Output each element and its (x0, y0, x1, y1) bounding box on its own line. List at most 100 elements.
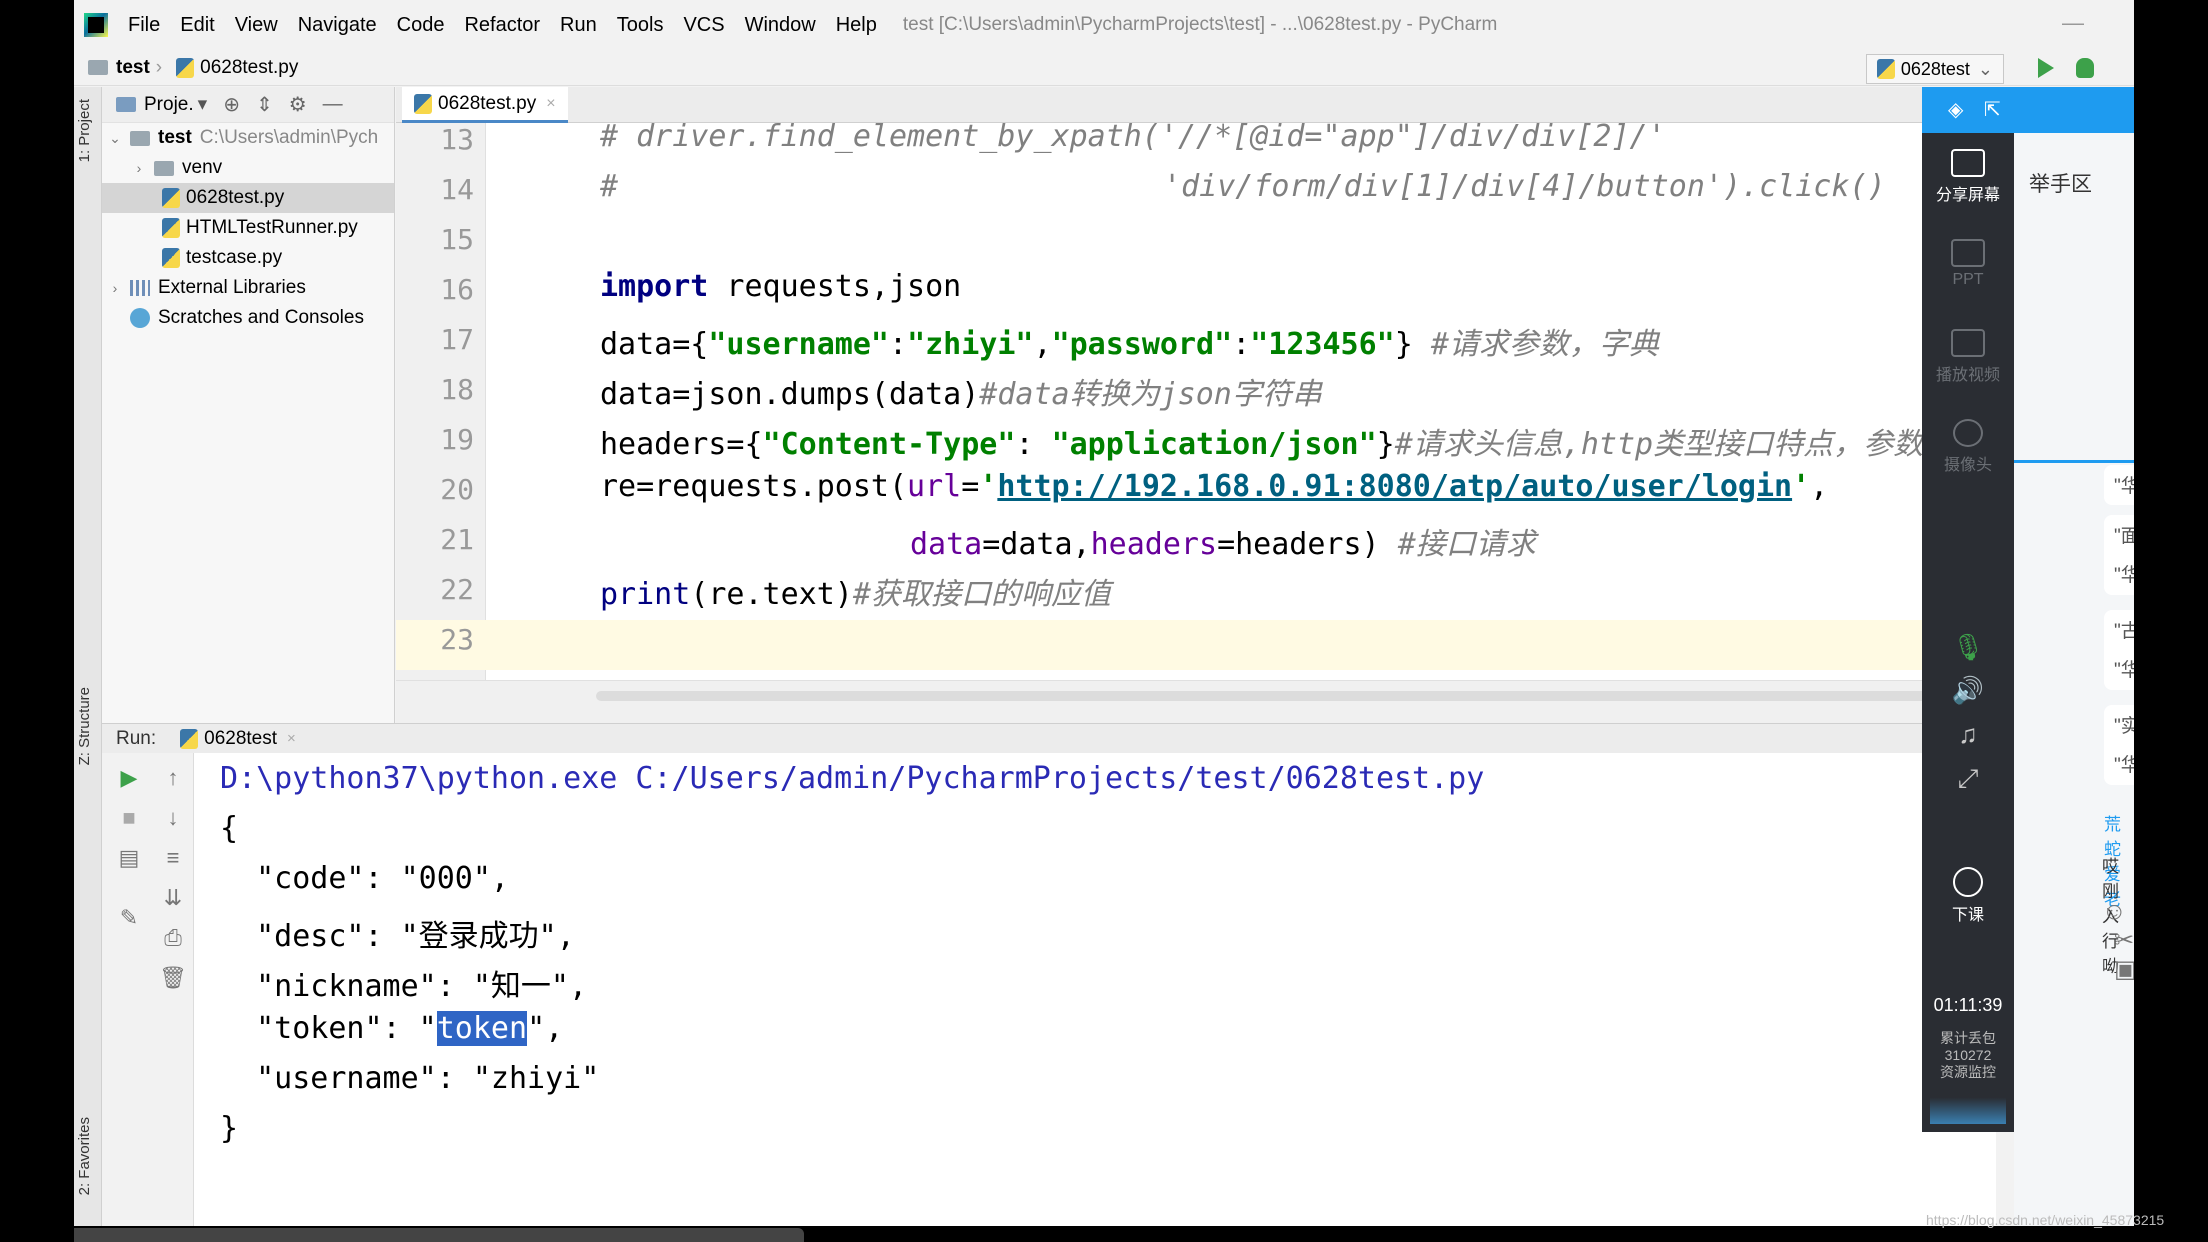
menu-edit[interactable]: Edit (180, 14, 214, 37)
close-icon[interactable]: × (546, 95, 555, 113)
tree-item-label: 0628test.py (186, 187, 285, 208)
locate-icon[interactable]: ⊕ (223, 92, 240, 117)
scrollbar-thumb[interactable] (596, 691, 1996, 701)
string: "zhiyi" (907, 327, 1034, 362)
editor-gutter: 13 14 15 16 17 18 19 20 21 22 23 (396, 123, 486, 680)
run-button[interactable] (2038, 58, 2054, 78)
menu-view[interactable]: View (235, 14, 278, 37)
scissors-icon[interactable]: ✂ (2114, 927, 2134, 954)
microphone-icon[interactable]: 🎙 (1922, 632, 2014, 663)
tree-item-venv[interactable]: › venv (102, 153, 394, 183)
speaker-icon[interactable]: 🔊 (1922, 675, 2014, 706)
python-file-icon (162, 188, 180, 208)
line-number: 14 (440, 173, 474, 206)
pin-window-icon[interactable]: ◈ (1948, 97, 1963, 122)
popout-icon[interactable]: ⇱ (1984, 97, 2001, 122)
print-icon[interactable]: ⎙ (158, 925, 188, 951)
menu-navigate[interactable]: Navigate (298, 14, 377, 37)
minimize-button[interactable]: — (2062, 10, 2084, 36)
up-arrow-icon[interactable]: ↑ (158, 765, 188, 791)
tool-tab-structure[interactable]: Z: Structure (76, 687, 100, 765)
menu-help[interactable]: Help (836, 14, 877, 37)
navigation-bar: test › 0628test.py 0628test ⌄ (74, 50, 2134, 86)
folder-icon (154, 160, 174, 176)
collapse-all-icon[interactable]: ⇕ (256, 92, 273, 117)
tree-item-external-libraries[interactable]: › External Libraries (102, 273, 394, 303)
tree-item-testcase[interactable]: testcase.py (102, 243, 394, 273)
menu-code[interactable]: Code (397, 14, 445, 37)
tool-tab-favorites[interactable]: 2: Favorites (76, 1117, 100, 1195)
soft-wrap-icon[interactable]: ≡ (158, 845, 188, 871)
end-class-label: 下课 (1951, 907, 1984, 924)
code-text: =headers) (1217, 527, 1398, 562)
rerun-icon[interactable]: ▶ (114, 765, 144, 791)
tree-item-label: test (158, 127, 192, 148)
menu-vcs[interactable]: VCS (683, 14, 724, 37)
left-tool-strip: 1: Project Z: Structure 2: Favorites (74, 87, 102, 1226)
camera-button[interactable]: 摄像头 (1922, 419, 2014, 475)
image-icon[interactable]: ▣ (2114, 956, 2134, 983)
menu-refactor[interactable]: Refactor (464, 14, 540, 37)
code-editor[interactable]: # driver.find_element_by_xpath('//*[@id=… (486, 123, 1996, 680)
menu-run[interactable]: Run (560, 14, 597, 37)
editor-horizontal-scrollbar[interactable] (396, 680, 1996, 723)
hide-panel-icon[interactable]: — (323, 93, 343, 116)
code-line-20: re=requests.post(url='http://192.168.0.9… (600, 469, 1828, 504)
folder-icon (130, 130, 150, 146)
down-arrow-icon[interactable]: ↓ (158, 805, 188, 831)
close-icon[interactable]: × (287, 730, 296, 747)
builtin: print (600, 577, 691, 612)
trash-icon[interactable]: 🗑 (158, 965, 188, 991)
menu-window[interactable]: Window (745, 14, 816, 37)
run-console[interactable]: D:\python37\python.exe C:/Users/admin/Py… (194, 753, 1996, 1226)
breadcrumb-file[interactable]: 0628test.py (200, 57, 298, 79)
code-text: (re.text) (690, 577, 853, 612)
collapsed-caret-icon[interactable]: › (108, 280, 122, 296)
scroll-to-end-icon[interactable]: ⇊ (158, 885, 188, 911)
fullscreen-icon[interactable]: ⤢ (1922, 763, 2014, 795)
gear-icon[interactable]: ⚙ (289, 92, 307, 117)
ppt-button[interactable]: PPT (1922, 239, 2014, 289)
share-screen-button[interactable]: 分享屏幕 (1922, 149, 2014, 205)
stop-icon[interactable]: ■ (114, 805, 144, 831)
screen-border-right (2134, 0, 2208, 1242)
run-tab-0628test[interactable]: 0628test × (180, 728, 296, 750)
tree-item-scratches[interactable]: Scratches and Consoles (102, 303, 394, 333)
chat-text: "华 (2114, 755, 2134, 776)
run-panel-label: Run: (116, 727, 157, 749)
run-configuration-select[interactable]: 0628test ⌄ (1865, 54, 2004, 84)
layout-icon[interactable]: ▤ (114, 845, 144, 871)
run-panel-header: Run: 0628test × (102, 723, 1996, 753)
console-line: "code": "000", (220, 861, 509, 896)
debug-button[interactable] (2076, 58, 2094, 78)
tree-item-htmltestrunner[interactable]: HTMLTestRunner.py (102, 213, 394, 243)
comment: #获取接口的响应值 (852, 577, 1111, 612)
project-view-select[interactable]: Proje. (144, 94, 194, 116)
tree-item-0628test[interactable]: 0628test.py (102, 183, 394, 213)
param-name: data (910, 527, 983, 562)
pin-icon[interactable]: ✎ (114, 905, 144, 931)
music-icon[interactable]: ♫ (1922, 719, 2014, 750)
tree-item-root[interactable]: ⌄ test C:\Users\admin\Pych (102, 123, 394, 153)
ppt-icon (1951, 239, 1985, 267)
tool-tab-project[interactable]: 1: Project (76, 99, 100, 162)
expanded-caret-icon[interactable]: ⌄ (108, 130, 122, 147)
breadcrumb-project[interactable]: test (116, 57, 150, 79)
video-progress-bar[interactable] (74, 1228, 804, 1242)
comment: #data转换为json字符串 (979, 377, 1322, 412)
line-number: 22 (440, 573, 474, 606)
play-video-button[interactable]: 播放视频 (1922, 329, 2014, 385)
emoji-icon[interactable]: ☺ (2102, 898, 2127, 925)
tab-0628test[interactable]: 0628test.py × (402, 87, 568, 123)
code-line-16: import requests,json (600, 269, 961, 304)
dropdown-arrow-icon[interactable]: ▾ (198, 93, 208, 116)
url-link[interactable]: http://192.168.0.91:8080/atp/auto/user/l… (997, 469, 1792, 504)
menu-file[interactable]: File (128, 14, 160, 37)
menu-tools[interactable]: Tools (617, 14, 664, 37)
chevron-down-icon: ⌄ (1977, 58, 1993, 79)
code-line-17: data={"username":"zhiyi","password":"123… (600, 319, 1659, 363)
comment: # driver.find_element_by_xpath('//*[@id=… (600, 123, 1666, 154)
collapsed-caret-icon[interactable]: › (132, 160, 146, 176)
menu-bar: File Edit View Navigate Code Refactor Ru… (74, 0, 2134, 50)
end-class-button[interactable]: 下课 (1922, 867, 2014, 925)
